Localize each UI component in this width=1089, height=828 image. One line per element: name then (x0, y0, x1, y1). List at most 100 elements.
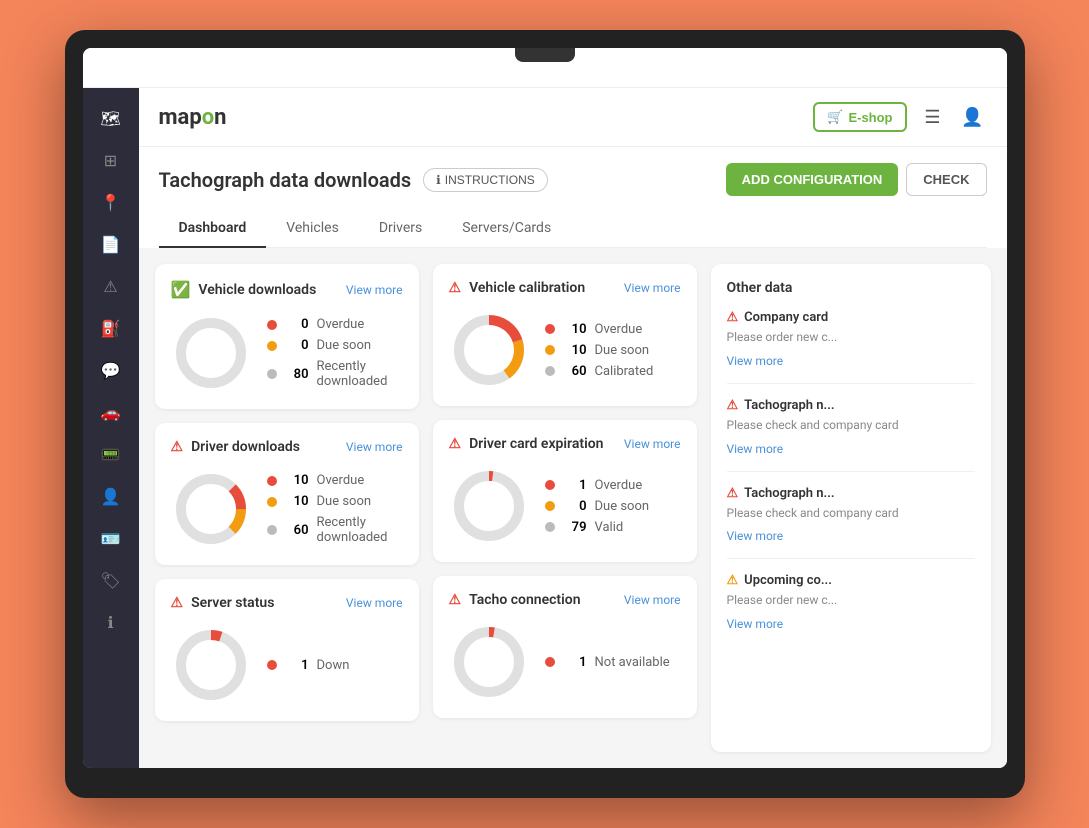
add-configuration-button[interactable]: ADD CONFIGURATION (726, 163, 899, 196)
cart-icon: 🛒 (827, 109, 843, 125)
profile-icon[interactable]: 👤 (959, 103, 987, 131)
company-card-view-more[interactable]: View more (727, 354, 784, 368)
tab-servers-cards[interactable]: Servers/Cards (442, 210, 571, 248)
gray-dot (545, 522, 555, 532)
vehicle-downloads-title: ✅ Vehicle downloads (171, 280, 317, 299)
other-item-upcoming: ⚠ Upcoming co... Please order new c... V… (727, 573, 975, 646)
alert-icon: ⚠ (727, 310, 739, 325)
other-item-tacho1: ⚠ Tachograph n... Please check and compa… (727, 398, 975, 472)
alert-icon: ⚠ (727, 486, 739, 501)
red-dot (267, 476, 277, 486)
sidebar-icon-car[interactable]: 🚗 (93, 394, 129, 430)
driver-downloads-view-more[interactable]: View more (346, 440, 403, 454)
vehicle-calibration-card: ⚠ Vehicle calibration View more (433, 264, 697, 406)
vehicle-calibration-view-more[interactable]: View more (624, 281, 681, 295)
driver-downloads-body: 10 Overdue 10 Due soon (171, 469, 403, 549)
main-content: mapon 🛒 E-shop ☰ 👤 Ta (139, 88, 1007, 768)
tab-vehicles[interactable]: Vehicles (266, 210, 359, 248)
server-status-view-more[interactable]: View more (346, 596, 403, 610)
header-right: 🛒 E-shop ☰ 👤 (813, 102, 986, 132)
vehicle-calibration-body: 10 Overdue 10 Due soon (449, 310, 681, 390)
alert-triangle-icon: ⚠ (449, 592, 462, 608)
center-column: ⚠ Vehicle calibration View more (433, 264, 697, 752)
app-logo: mapon (159, 105, 227, 130)
right-column: Other data ⚠ Company card Please order n… (711, 264, 991, 752)
vehicle-downloads-donut (171, 313, 251, 393)
sidebar-icon-alert[interactable]: ⚠ (93, 268, 129, 304)
sidebar-icon-id[interactable]: 🪪 (93, 520, 129, 556)
sidebar-icon-location[interactable]: 📍 (93, 184, 129, 220)
driver-downloads-title: ⚠ Driver downloads (171, 439, 300, 455)
driver-card-expiration-stats: 1 Overdue 0 Due soon (545, 478, 681, 535)
instructions-button[interactable]: ℹ INSTRUCTIONS (423, 168, 548, 192)
stat-not-available: 1 Not available (545, 655, 681, 670)
alert-icon: ⚠ (727, 398, 739, 413)
other-item-header: ⚠ Tachograph n... (727, 486, 975, 501)
other-item-header: ⚠ Tachograph n... (727, 398, 975, 413)
stat-due-soon: 10 Due soon (545, 343, 681, 358)
sidebar-icon-fuel[interactable]: ⛽ (93, 310, 129, 346)
stat-overdue: 0 Overdue (267, 317, 403, 332)
server-status-header: ⚠ Server status View more (171, 595, 403, 611)
alert-triangle-icon: ⚠ (449, 280, 462, 296)
check-button[interactable]: CHECK (906, 163, 986, 196)
eshop-button[interactable]: 🛒 E-shop (813, 102, 906, 132)
other-item-header: ⚠ Company card (727, 310, 975, 325)
gray-dot (267, 525, 277, 535)
tab-dashboard[interactable]: Dashboard (159, 210, 267, 248)
info-circle-icon: ℹ (436, 173, 441, 187)
orange-dot (267, 341, 277, 351)
driver-card-expiration-donut (449, 466, 529, 546)
alert-triangle-icon: ⚠ (449, 436, 462, 452)
upcoming-view-more[interactable]: View more (727, 617, 784, 631)
stat-down: 1 Down (267, 658, 403, 673)
driver-downloads-card: ⚠ Driver downloads View more (155, 423, 419, 565)
driver-card-expiration-card: ⚠ Driver card expiration View more (433, 420, 697, 562)
content-area: ✅ Vehicle downloads View more (139, 248, 1007, 768)
other-data-title: Other data (727, 280, 975, 296)
tacho2-view-more[interactable]: View more (727, 529, 784, 543)
sidebar: 🗺 ⊞ 📍 📄 ⚠ ⛽ 💬 🚗 📟 👤 🪪 🏷 ℹ (83, 88, 139, 768)
orange-dot (545, 345, 555, 355)
sidebar-icon-dashboard[interactable]: ⊞ (93, 142, 129, 178)
driver-downloads-donut (171, 469, 251, 549)
vehicle-downloads-card: ✅ Vehicle downloads View more (155, 264, 419, 409)
page-header: Tachograph data downloads ℹ INSTRUCTIONS… (139, 147, 1007, 248)
driver-card-expiration-header: ⚠ Driver card expiration View more (449, 436, 681, 452)
driver-card-expiration-title: ⚠ Driver card expiration (449, 436, 604, 452)
other-item-header: ⚠ Upcoming co... (727, 573, 975, 588)
other-item-company-card: ⚠ Company card Please order new c... Vie… (727, 310, 975, 384)
stat-overdue: 1 Overdue (545, 478, 681, 493)
sidebar-icon-chat[interactable]: 💬 (93, 352, 129, 388)
tab-drivers[interactable]: Drivers (359, 210, 442, 248)
sidebar-icon-tag[interactable]: 🏷 (93, 562, 129, 598)
tacho-connection-donut (449, 622, 529, 702)
vehicle-downloads-body: 0 Overdue 0 Due soon (171, 313, 403, 393)
dashboard-grid: ✅ Vehicle downloads View more (155, 264, 991, 752)
tacho-connection-card: ⚠ Tacho connection View more (433, 576, 697, 718)
driver-card-expiration-view-more[interactable]: View more (624, 437, 681, 451)
warn-icon: ⚠ (727, 573, 739, 588)
other-item-tacho2: ⚠ Tachograph n... Please check and compa… (727, 486, 975, 560)
sidebar-icon-tacho[interactable]: 📟 (93, 436, 129, 472)
vehicle-downloads-stats: 0 Overdue 0 Due soon (267, 317, 403, 389)
menu-icon[interactable]: ☰ (919, 103, 947, 131)
tacho-connection-view-more[interactable]: View more (624, 593, 681, 607)
red-dot (267, 320, 277, 330)
driver-downloads-stats: 10 Overdue 10 Due soon (267, 473, 403, 545)
stat-calibrated: 60 Calibrated (545, 364, 681, 379)
page-title: Tachograph data downloads (159, 168, 412, 192)
sidebar-icon-user[interactable]: 👤 (93, 478, 129, 514)
red-dot (545, 480, 555, 490)
sidebar-icon-info[interactable]: ℹ (93, 604, 129, 640)
tacho-connection-header: ⚠ Tacho connection View more (449, 592, 681, 608)
gray-dot (267, 369, 277, 379)
gray-dot (545, 366, 555, 376)
sidebar-icon-file[interactable]: 📄 (93, 226, 129, 262)
orange-dot (267, 497, 277, 507)
stat-due-soon: 0 Due soon (267, 338, 403, 353)
tacho1-view-more[interactable]: View more (727, 442, 784, 456)
sidebar-icon-map[interactable]: 🗺 (93, 100, 129, 136)
stat-due-soon: 10 Due soon (267, 494, 403, 509)
vehicle-downloads-view-more[interactable]: View more (346, 283, 403, 297)
